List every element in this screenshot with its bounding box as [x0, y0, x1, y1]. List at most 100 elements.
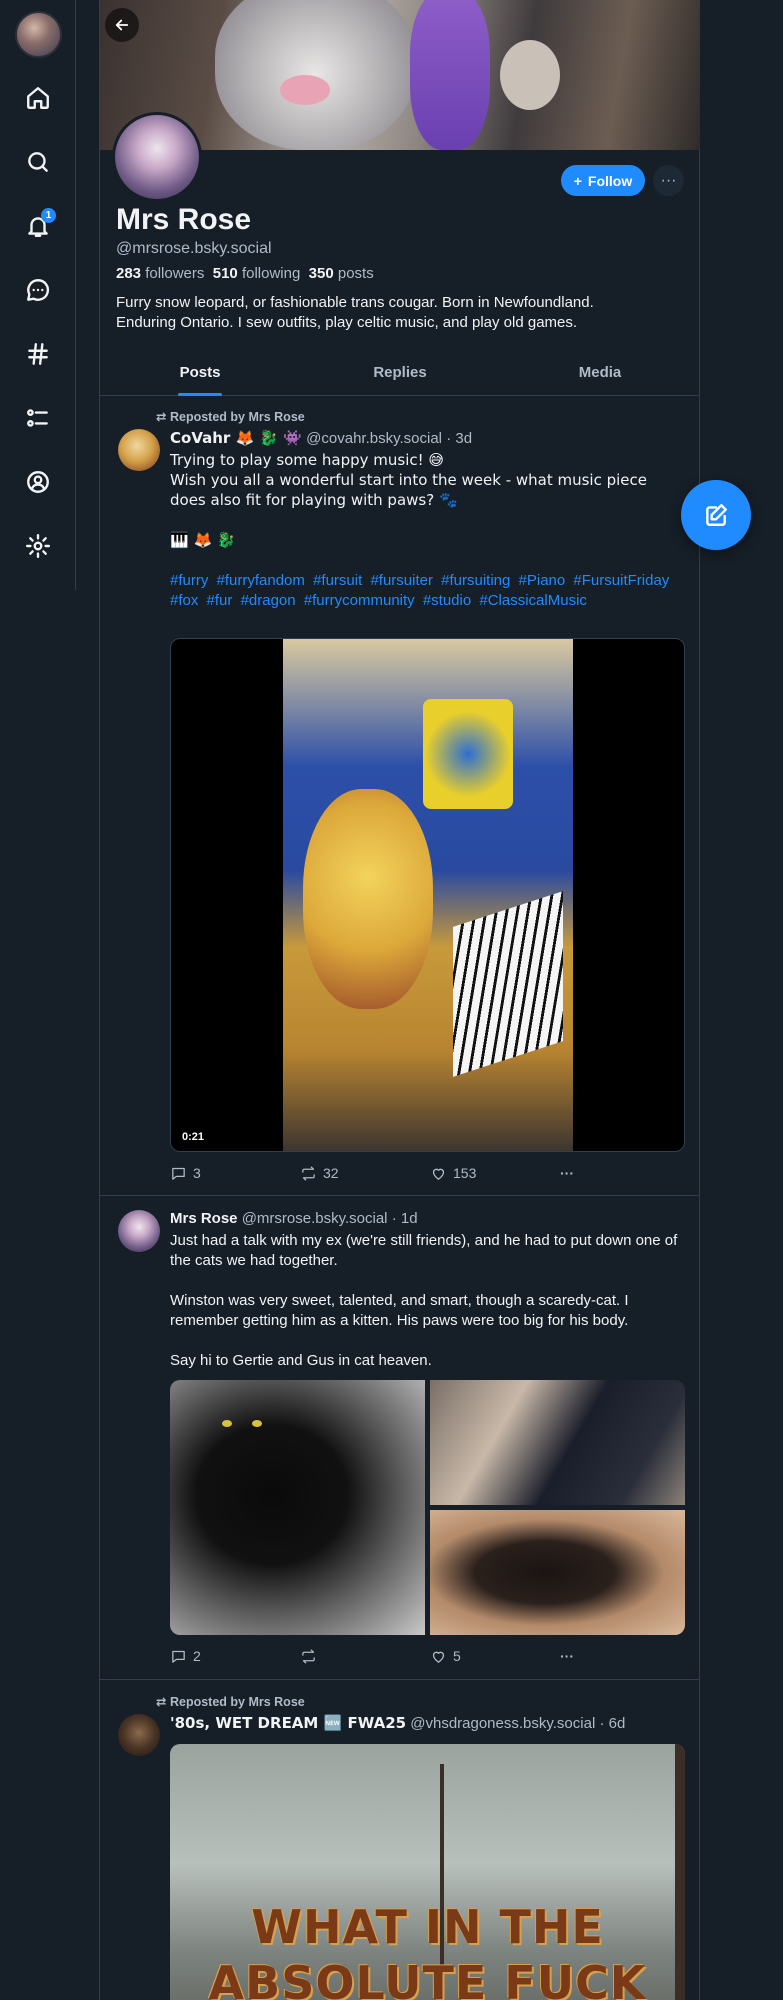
post-author-avatar[interactable] — [118, 1210, 160, 1252]
post-gif-image[interactable]: WHAT IN THE ABSOLUTE FUCK — [170, 1744, 685, 2000]
posts-stat: 350 posts — [309, 265, 374, 282]
repost-small-icon: ⇄ — [156, 1695, 167, 1709]
repost-button[interactable] — [300, 1645, 430, 1667]
lists-icon[interactable] — [18, 398, 58, 438]
post-author-handle[interactable]: @covahr.bsky.social — [306, 430, 442, 447]
hashtag-link[interactable]: #furry — [170, 572, 208, 589]
reply-button[interactable]: 3 — [170, 1162, 300, 1184]
post-image-cat-lying[interactable] — [430, 1510, 685, 1635]
profile-icon[interactable] — [18, 462, 58, 502]
tab-replies[interactable]: Replies — [300, 352, 500, 395]
post-timestamp[interactable]: · 3d — [446, 430, 472, 447]
hashtag-link[interactable]: #studio — [423, 592, 471, 609]
hashtag-link[interactable]: #fursuiter — [370, 572, 433, 589]
repost-label: Reposted by Mrs Rose — [169, 410, 305, 424]
plus-icon: + — [573, 172, 582, 189]
reply-count: 3 — [193, 1165, 201, 1181]
chat-bubble-icon[interactable] — [18, 270, 58, 310]
repost-indicator: ⇄ Reposted by Mrs Rose — [156, 409, 305, 424]
tab-posts[interactable]: Posts — [100, 352, 300, 395]
repost-label: Reposted by Mrs Rose — [169, 1695, 305, 1709]
user-avatar[interactable] — [15, 11, 62, 58]
post-header: CoVahr 🦊 🐉 👾 @covahr.bsky.social · 3d — [170, 429, 472, 447]
left-navigation: 1 — [0, 0, 76, 590]
compose-post-button[interactable] — [681, 480, 751, 550]
profile-more-options-button[interactable]: ··· — [653, 165, 684, 196]
post-author-name[interactable]: CoVahr 🦊 🐉 👾 — [170, 429, 302, 447]
gif-caption-text: WHAT IN THE ABSOLUTE FUCK — [208, 1900, 647, 2000]
post-timestamp[interactable]: · 6d — [599, 1715, 625, 1732]
feed-post[interactable]: ⇄ Reposted by Mrs Rose '80s, WET DREAM 🆕… — [100, 1680, 700, 2000]
hashtag-link[interactable]: #fursuiting — [441, 572, 510, 589]
post-author-avatar[interactable] — [118, 429, 160, 471]
hashtag-link[interactable]: #fur — [207, 592, 233, 609]
follow-button[interactable]: + Follow — [561, 165, 645, 196]
post-more-button[interactable]: ··· — [560, 1645, 574, 1667]
hashtag-link[interactable]: #dragon — [241, 592, 296, 609]
repost-indicator: ⇄ Reposted by Mrs Rose — [156, 1694, 305, 1709]
following-label: following — [241, 265, 301, 282]
profile-display-name: Mrs Rose — [116, 203, 252, 236]
reply-icon — [172, 1167, 185, 1180]
post-author-handle[interactable]: @mrsrose.bsky.social — [242, 1210, 388, 1227]
post-author-name[interactable]: Mrs Rose — [170, 1210, 238, 1227]
like-button[interactable]: 153 — [430, 1162, 560, 1184]
tab-media[interactable]: Media — [500, 352, 700, 395]
followers-count: 283 — [116, 265, 142, 282]
hashtag-link[interactable]: #fox — [170, 592, 198, 609]
reply-count: 2 — [193, 1648, 201, 1664]
compose-pencil-icon — [706, 504, 727, 526]
followers-label: followers — [145, 265, 205, 282]
settings-gear-icon[interactable] — [18, 526, 58, 566]
posts-count: 350 — [308, 265, 334, 282]
hashtag-link[interactable]: #Piano — [519, 572, 566, 589]
profile-avatar[interactable] — [112, 112, 202, 202]
heart-icon — [432, 1168, 445, 1180]
reply-button[interactable]: 2 — [170, 1645, 300, 1667]
posts-label: posts — [337, 265, 374, 282]
post-author-handle[interactable]: @vhsdragoness.bsky.social — [410, 1715, 595, 1732]
main-column: + Follow ··· Mrs Rose @mrsrose.bsky.soci… — [99, 0, 700, 2000]
notifications-bell-icon[interactable]: 1 — [18, 206, 58, 246]
back-arrow-icon[interactable] — [105, 8, 139, 42]
followers-stat[interactable]: 283 followers — [116, 265, 204, 282]
follow-label: Follow — [587, 172, 633, 189]
post-more-button[interactable]: ··· — [560, 1162, 574, 1184]
repost-icon — [302, 1648, 315, 1664]
post-actions: 2 5 ··· — [170, 1645, 590, 1667]
feed-post[interactable]: ⇄ Reposted by Mrs Rose CoVahr 🦊 🐉 👾 @cov… — [100, 397, 700, 1196]
profile-bio: Furry snow leopard, or fashionable trans… — [116, 294, 594, 331]
post-text: Trying to play some happy music! 😅 Wish … — [170, 451, 648, 549]
like-count: 5 — [453, 1648, 461, 1664]
following-stat[interactable]: 510 following — [213, 265, 301, 282]
repost-count: 32 — [323, 1165, 339, 1181]
following-count: 510 — [212, 265, 238, 282]
search-icon[interactable] — [18, 142, 58, 182]
feed-post[interactable]: Mrs Rose @mrsrose.bsky.social · 1d Just … — [100, 1196, 700, 1680]
post-header: '80s, WET DREAM 🆕 FWA25 @vhsdragoness.bs… — [170, 1714, 625, 1732]
notification-badge: 1 — [41, 208, 56, 223]
post-author-name[interactable]: '80s, WET DREAM 🆕 FWA25 — [170, 1714, 406, 1732]
more-dots-icon: ··· — [560, 1165, 574, 1181]
hashtag-link[interactable]: #FursuitFriday — [573, 572, 669, 589]
hashtag-feeds-icon[interactable] — [18, 334, 58, 374]
hashtag-link[interactable]: #fursuit — [313, 572, 362, 589]
hashtag-link[interactable]: #furryfandom — [217, 572, 305, 589]
post-image-black-cat[interactable] — [170, 1380, 425, 1635]
post-author-avatar[interactable] — [118, 1714, 160, 1756]
post-timestamp[interactable]: · 1d — [392, 1210, 418, 1227]
hashtag-link[interactable]: #furrycommunity — [304, 592, 415, 609]
reply-icon — [172, 1650, 185, 1663]
heart-icon — [432, 1651, 445, 1663]
like-button[interactable]: 5 — [430, 1645, 560, 1667]
profile-stats: 283 followers 510 following 350 posts — [116, 265, 374, 282]
post-text: Just had a talk with my ex (we're still … — [170, 1232, 678, 1369]
home-icon[interactable] — [18, 78, 58, 118]
hashtag-link[interactable]: #ClassicalMusic — [479, 592, 587, 609]
repost-button[interactable]: 32 — [300, 1162, 430, 1184]
more-dots-icon: ··· — [560, 1648, 574, 1664]
video-frame — [283, 639, 573, 1151]
post-image-cat-on-chair[interactable] — [430, 1380, 685, 1505]
post-actions: 3 32 153 ··· — [170, 1162, 590, 1184]
post-video-player[interactable]: 0:21 — [170, 638, 685, 1152]
